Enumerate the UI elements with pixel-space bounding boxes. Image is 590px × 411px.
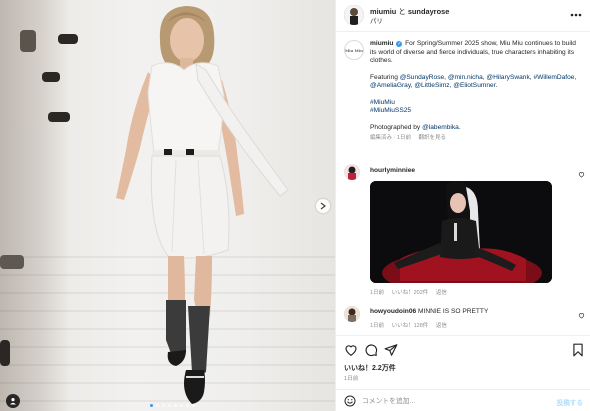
bookmark-icon[interactable] xyxy=(571,343,585,357)
mention-link[interactable]: @min.nicha xyxy=(448,74,483,81)
author-name[interactable]: miumiu xyxy=(370,7,396,16)
carousel-dot xyxy=(174,404,177,407)
featuring-label: Featuring xyxy=(370,73,398,81)
comment-username[interactable]: hourlyminniee xyxy=(370,167,415,174)
like-heart-icon[interactable] xyxy=(344,343,358,357)
credit-label: Photographed by xyxy=(370,123,421,131)
mention-link[interactable]: @AmeliaGray xyxy=(370,82,411,89)
comment-time: 1日前 xyxy=(370,290,385,296)
post-actions: いいね！2.2万件 1日前 xyxy=(336,335,590,387)
tagged-users-button[interactable] xyxy=(6,394,20,408)
carousel-dot xyxy=(162,404,165,407)
comment-time: 1日前 xyxy=(370,323,385,329)
comment-gif[interactable] xyxy=(370,181,552,283)
carousel-dot xyxy=(150,404,153,407)
conjunction: と xyxy=(398,7,406,16)
comment-bubble-icon[interactable] xyxy=(364,343,378,357)
comment-like-icon[interactable] xyxy=(578,171,585,178)
commenter-avatar[interactable] xyxy=(344,164,360,180)
comment: hourlyminniee xyxy=(370,167,415,174)
carousel-dots xyxy=(150,404,195,407)
next-slide-button[interactable] xyxy=(316,199,330,213)
comment-text: MINNIE IS SO PRETTY xyxy=(418,308,489,315)
see-translation-button[interactable]: 翻訳を見る xyxy=(418,135,446,141)
mention-link[interactable]: @EliotSumner xyxy=(453,82,495,89)
model-figure xyxy=(0,0,335,411)
gif-image xyxy=(370,181,552,283)
hashtag-link[interactable]: #WillemDafoe xyxy=(533,74,574,81)
comment-meta: 1日前 いいね！202件 返信 xyxy=(370,288,453,296)
post-header: miumiu と sundayrose パリ xyxy=(336,0,590,32)
caption-credit: Photographed by @labembika. xyxy=(370,123,461,131)
mention-link[interactable]: @LittleSimz xyxy=(414,82,449,89)
post-sidebar: miumiu と sundayrose パリ Miu Miu miumiu ✓ … xyxy=(335,0,590,411)
comment-like-icon[interactable] xyxy=(578,312,585,319)
caption-timestamp: 編集済み · 1日前 xyxy=(370,135,411,141)
mention-link[interactable]: @labembika xyxy=(422,124,459,131)
user-icon xyxy=(10,398,16,405)
avatar-image xyxy=(344,5,364,25)
post-time: 1日前 xyxy=(344,376,359,382)
mention-link[interactable]: @SundayRose xyxy=(400,74,444,81)
emoji-icon[interactable] xyxy=(344,395,356,407)
like-count[interactable]: いいね！2.2万件 xyxy=(344,363,396,373)
more-options-button[interactable] xyxy=(570,8,582,20)
mention-link[interactable]: @HilarySwank xyxy=(486,74,529,81)
caption: miumiu ✓ For Spring/Summer 2025 show, Mi… xyxy=(370,40,582,143)
carousel-dot xyxy=(186,404,189,407)
avatar-logo-text: Miu Miu xyxy=(345,47,363,53)
caption-hashtags: #MiuMiu #MiuMiuSS25 xyxy=(370,99,582,116)
comments-feed: Miu Miu miumiu ✓ For Spring/Summer 2025 … xyxy=(336,32,590,335)
avatar-image xyxy=(344,164,360,180)
carousel-dot xyxy=(156,404,159,407)
verified-icon: ✓ xyxy=(396,41,403,47)
carousel-dot xyxy=(192,404,195,407)
author-avatar[interactable] xyxy=(344,5,364,25)
post-image[interactable] xyxy=(0,0,335,411)
share-paper-plane-icon[interactable] xyxy=(384,343,398,357)
more-horizontal-icon xyxy=(570,13,582,17)
post-location[interactable]: パリ xyxy=(370,16,383,25)
hashtag-link[interactable]: #MiuMiu xyxy=(370,99,582,108)
comment-username[interactable]: howyoudoin06 xyxy=(370,308,416,315)
comment-likes[interactable]: いいね！128件 xyxy=(392,323,429,329)
comment-input[interactable] xyxy=(362,394,542,408)
comment-meta: 1日前 いいね！128件 返信 xyxy=(370,321,453,329)
caption-avatar[interactable]: Miu Miu xyxy=(344,40,364,60)
caption-featuring: Featuring @SundayRose, @min.nicha, @Hila… xyxy=(370,73,577,90)
comment-likes[interactable]: いいね！202件 xyxy=(392,290,429,296)
reply-button[interactable]: 返信 xyxy=(436,290,447,296)
commenter-avatar[interactable] xyxy=(344,306,360,322)
carousel-dot xyxy=(168,404,171,407)
comment: howyoudoin06 MINNIE IS SO PRETTY xyxy=(370,308,488,315)
hashtag-link[interactable]: #MiuMiuSS25 xyxy=(370,107,582,116)
post-comment-button[interactable]: 投稿する xyxy=(557,397,583,407)
coauthor-name[interactable]: sundayrose xyxy=(408,7,450,16)
caption-meta: 編集済み · 1日前 翻訳を見る xyxy=(370,134,582,143)
carousel-dot xyxy=(180,404,183,407)
chevron-right-icon xyxy=(320,202,326,210)
caption-author[interactable]: miumiu xyxy=(370,40,393,47)
reply-button[interactable]: 返信 xyxy=(436,323,447,329)
avatar-image xyxy=(344,306,360,322)
comment-composer: 投稿する xyxy=(336,389,590,411)
